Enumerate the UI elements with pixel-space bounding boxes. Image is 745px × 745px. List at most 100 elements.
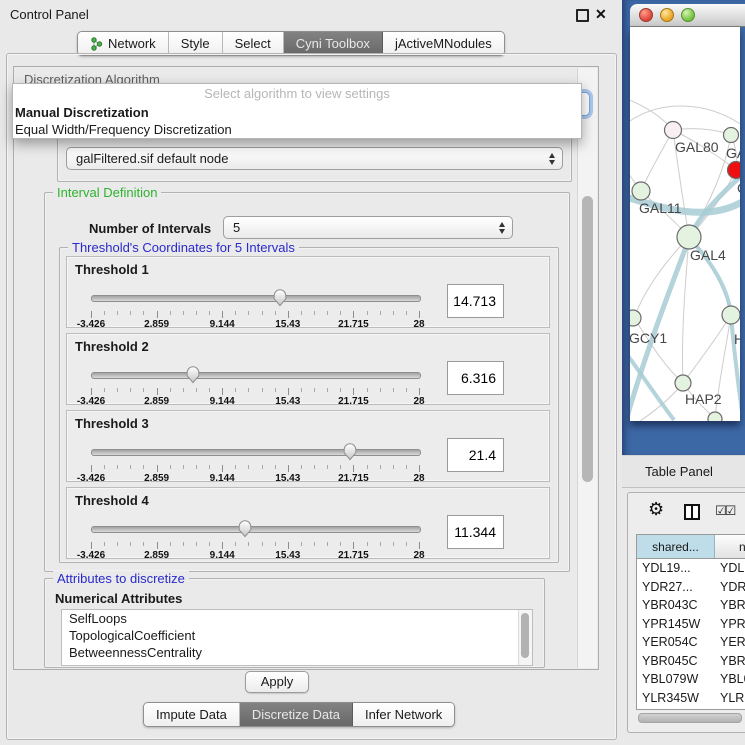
column-header-shared-name[interactable]: shared... bbox=[637, 535, 715, 558]
table-row[interactable]: YPR145WYPR1 bbox=[637, 615, 745, 634]
threshold-value-field[interactable] bbox=[447, 284, 504, 318]
node-h[interactable] bbox=[722, 306, 740, 324]
scrollbar-thumb[interactable] bbox=[582, 196, 593, 482]
threshold-slider[interactable]: -3.4262.8599.14415.4321.71528 bbox=[91, 441, 421, 479]
table-cell[interactable]: YIL0 bbox=[715, 709, 745, 710]
network-canvas[interactable]: GAL80GACGAL11GAL4GCY1HHAP2 bbox=[630, 27, 740, 421]
tick-label: -3.426 bbox=[77, 550, 105, 561]
slider-thumb-icon[interactable] bbox=[185, 365, 201, 384]
tab-infer-network[interactable]: Infer Network bbox=[353, 703, 454, 726]
threshold-slider[interactable]: -3.4262.8599.14415.4321.71528 bbox=[91, 364, 421, 402]
mac-close-button[interactable] bbox=[639, 8, 653, 22]
mac-minimize-button[interactable] bbox=[660, 8, 674, 22]
tab-jactivemnodules[interactable]: jActiveMNodules bbox=[383, 32, 504, 55]
table-cell[interactable]: YBL079W bbox=[637, 672, 715, 686]
table-cell[interactable]: YBR043C bbox=[637, 598, 715, 612]
node-hap2[interactable] bbox=[675, 375, 691, 391]
settings-scrollbar[interactable] bbox=[577, 68, 597, 668]
node-table[interactable]: shared... name YDL19...YDL1YDR27...YDR2Y… bbox=[636, 534, 745, 710]
table-data-combobox[interactable]: galFiltered.sif default node bbox=[66, 147, 563, 170]
table-row[interactable]: YIL052CYIL0 bbox=[637, 707, 745, 710]
node-gal4[interactable] bbox=[677, 225, 701, 249]
node-gcy1[interactable] bbox=[630, 310, 641, 326]
algorithm-dropdown-popup: Select algorithm to view settings Manual… bbox=[12, 83, 582, 139]
tick-mark bbox=[314, 465, 315, 469]
network-window-titlebar[interactable] bbox=[630, 4, 745, 27]
table-cell[interactable]: YPR145W bbox=[637, 617, 715, 631]
table-cell[interactable]: YLR345W bbox=[637, 691, 715, 705]
tick-mark bbox=[419, 465, 420, 472]
table-cell[interactable]: YBR045C bbox=[637, 654, 715, 668]
attribute-list-item[interactable]: SelfLoops bbox=[62, 610, 532, 627]
table-row[interactable]: YBR045CYBR0 bbox=[637, 652, 745, 671]
table-row[interactable]: YDL19...YDL1 bbox=[637, 559, 745, 578]
slider-track[interactable] bbox=[91, 372, 421, 379]
table-cell[interactable]: YDL19... bbox=[637, 561, 715, 575]
mac-zoom-button[interactable] bbox=[681, 8, 695, 22]
tab-cyni-toolbox[interactable]: Cyni Toolbox bbox=[284, 32, 383, 55]
column-header-name[interactable]: name bbox=[715, 535, 745, 558]
table-row[interactable]: YLR345WYLR3 bbox=[637, 689, 745, 708]
tick-mark bbox=[222, 388, 223, 395]
table-cell[interactable]: YLR3 bbox=[715, 691, 745, 705]
table-row[interactable]: YBR043CYBR0 bbox=[637, 596, 745, 615]
table-cell[interactable]: YBL0 bbox=[715, 672, 745, 686]
slider-thumb-icon[interactable] bbox=[342, 442, 358, 461]
table-cell[interactable]: YDL1 bbox=[715, 561, 745, 575]
checkbox-icons[interactable]: ☑☑ bbox=[715, 504, 734, 519]
dropdown-option-equal-width[interactable]: Equal Width/Frequency Discretization bbox=[13, 121, 581, 138]
node-top-right[interactable] bbox=[724, 128, 739, 143]
table-cell[interactable]: YBR0 bbox=[715, 654, 745, 668]
table-row[interactable]: YER054CYER0 bbox=[637, 633, 745, 652]
slider-track[interactable] bbox=[91, 449, 421, 456]
node-red[interactable] bbox=[728, 162, 741, 179]
table-cell[interactable]: YDR27... bbox=[637, 580, 715, 594]
threshold-value-field[interactable] bbox=[447, 361, 504, 395]
scrollbar-thumb[interactable] bbox=[638, 713, 742, 723]
slider-track[interactable] bbox=[91, 526, 421, 533]
tick-mark bbox=[327, 388, 328, 392]
split-columns-icon[interactable] bbox=[684, 504, 700, 520]
gear-icon[interactable]: ⚙ bbox=[648, 499, 664, 520]
table-cell[interactable]: YIL052C bbox=[637, 709, 715, 710]
list-scrollbar[interactable] bbox=[518, 610, 532, 665]
node-bottom[interactable] bbox=[708, 412, 722, 421]
tab-style[interactable]: Style bbox=[169, 32, 223, 55]
attribute-list-item[interactable]: BetweennessCentrality bbox=[62, 644, 532, 661]
thin-edge[interactable] bbox=[641, 130, 673, 191]
threshold-slider[interactable]: -3.4262.8599.14415.4321.71528 bbox=[91, 287, 421, 325]
thin-edge[interactable] bbox=[683, 315, 731, 383]
slider-thumb-icon[interactable] bbox=[237, 519, 253, 538]
dropdown-option-manual[interactable]: Manual Discretization bbox=[13, 104, 581, 121]
tick-mark bbox=[104, 542, 105, 546]
attribute-list-item[interactable]: TopologicalCoefficient bbox=[62, 627, 532, 644]
float-window-icon[interactable] bbox=[576, 9, 589, 22]
table-horizontal-scrollbar[interactable] bbox=[637, 712, 745, 723]
tab-discretize-data[interactable]: Discretize Data bbox=[240, 703, 353, 726]
node-gal11[interactable] bbox=[632, 182, 650, 200]
apply-button[interactable]: Apply bbox=[245, 671, 309, 693]
threshold-slider[interactable]: -3.4262.8599.14415.4321.71528 bbox=[91, 518, 421, 556]
slider-track[interactable] bbox=[91, 295, 421, 302]
scrollbar-thumb[interactable] bbox=[521, 613, 529, 658]
tick-mark bbox=[380, 465, 381, 469]
tick-mark bbox=[340, 542, 341, 546]
threshold-value-field[interactable] bbox=[447, 515, 504, 549]
table-cell[interactable]: YER0 bbox=[715, 635, 745, 649]
number-of-intervals-combobox[interactable]: 5 bbox=[223, 216, 513, 239]
node-gal80[interactable] bbox=[665, 122, 682, 139]
table-row[interactable]: YBL079WYBL0 bbox=[637, 670, 745, 689]
tab-impute-data[interactable]: Impute Data bbox=[144, 703, 240, 726]
numerical-attributes-list[interactable]: SelfLoopsTopologicalCoefficientBetweenne… bbox=[61, 609, 533, 666]
table-cell[interactable]: YDR2 bbox=[715, 580, 745, 594]
tab-network[interactable]: Network bbox=[78, 32, 169, 55]
table-cell[interactable]: YBR0 bbox=[715, 598, 745, 612]
tab-select[interactable]: Select bbox=[223, 32, 284, 55]
table-row[interactable]: YDR27...YDR2 bbox=[637, 578, 745, 597]
slider-thumb-icon[interactable] bbox=[272, 288, 288, 307]
close-icon[interactable]: ✕ bbox=[595, 6, 607, 23]
threshold-value-field[interactable] bbox=[447, 438, 504, 472]
table-cell[interactable]: YER054C bbox=[637, 635, 715, 649]
table-cell[interactable]: YPR1 bbox=[715, 617, 745, 631]
tick-mark bbox=[235, 465, 236, 469]
